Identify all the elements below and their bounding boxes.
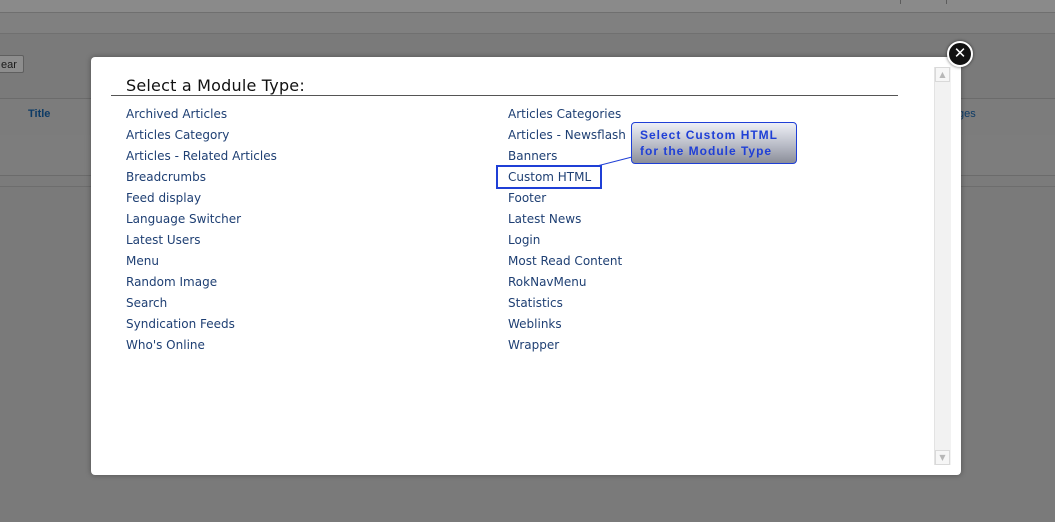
list-item: Footer xyxy=(508,189,626,210)
list-item: Archived Articles xyxy=(126,105,277,126)
module-type-link[interactable]: Latest Users xyxy=(126,233,201,247)
module-type-list-right: Articles Categories Articles - Newsflash… xyxy=(495,105,626,357)
annotation-line-1: Select Custom HTML xyxy=(640,128,779,142)
list-item: Latest Users xyxy=(126,231,277,252)
list-item: Articles Categories xyxy=(508,105,626,126)
list-item: Syndication Feeds xyxy=(126,315,277,336)
list-item: Login xyxy=(508,231,626,252)
list-item: Search xyxy=(126,294,277,315)
module-type-link[interactable]: Footer xyxy=(508,191,546,205)
module-type-link[interactable]: Feed display xyxy=(126,191,201,205)
annotation-line-2: for the Module Type xyxy=(640,144,773,158)
module-type-link[interactable]: Latest News xyxy=(508,212,581,226)
list-item: Feed display xyxy=(126,189,277,210)
title-column-header[interactable]: Title xyxy=(28,108,50,120)
toolbar-separator xyxy=(900,0,901,4)
list-item: Who's Online xyxy=(126,336,277,357)
list-item: Breadcrumbs xyxy=(126,168,277,189)
list-item: Wrapper xyxy=(508,336,626,357)
title-divider xyxy=(111,95,898,96)
scroll-down-arrow-icon[interactable]: ▼ xyxy=(935,450,950,465)
list-item: Articles - Related Articles xyxy=(126,147,277,168)
module-type-link[interactable]: Articles - Newsflash xyxy=(508,128,626,142)
clear-button[interactable]: ear xyxy=(0,55,24,73)
module-type-link[interactable]: Banners xyxy=(508,149,557,163)
module-type-link[interactable]: Login xyxy=(508,233,540,247)
module-type-link[interactable]: Wrapper xyxy=(508,338,559,352)
module-type-link[interactable]: Syndication Feeds xyxy=(126,317,235,331)
module-type-link[interactable]: Archived Articles xyxy=(126,107,227,121)
module-type-link[interactable]: Breadcrumbs xyxy=(126,170,206,184)
module-type-link[interactable]: Search xyxy=(126,296,167,310)
module-type-link[interactable]: Who's Online xyxy=(126,338,205,352)
module-type-link[interactable]: RokNavMenu xyxy=(508,275,586,289)
module-type-link[interactable]: Articles - Related Articles xyxy=(126,149,277,163)
toolbar-separator xyxy=(946,0,947,4)
list-item: Random Image xyxy=(126,273,277,294)
module-type-link[interactable]: Articles Category xyxy=(126,128,229,142)
module-type-link[interactable]: Language Switcher xyxy=(126,212,241,226)
list-item: Banners xyxy=(508,147,626,168)
module-type-link[interactable]: Statistics xyxy=(508,296,563,310)
background-toolbar xyxy=(0,0,1055,13)
module-type-list-left: Archived Articles Articles Category Arti… xyxy=(126,105,277,357)
list-item: Language Switcher xyxy=(126,210,277,231)
module-type-link[interactable]: Articles Categories xyxy=(508,107,621,121)
modal-scrollbar[interactable]: ▲ ▼ xyxy=(934,67,951,465)
custom-html-link[interactable]: Custom HTML xyxy=(495,165,603,189)
close-icon[interactable]: ✕ xyxy=(947,41,973,67)
module-type-modal: Select a Module Type: Archived Articles … xyxy=(91,57,961,475)
background-band xyxy=(0,13,1055,34)
module-type-link[interactable]: Menu xyxy=(126,254,159,268)
module-type-link[interactable]: Weblinks xyxy=(508,317,562,331)
scroll-up-arrow-icon[interactable]: ▲ xyxy=(935,67,950,82)
list-item: Articles - Newsflash xyxy=(508,126,626,147)
list-item: Statistics xyxy=(508,294,626,315)
list-item: Custom HTML xyxy=(495,165,626,189)
list-item: Menu xyxy=(126,252,277,273)
module-type-link[interactable]: Most Read Content xyxy=(508,254,622,268)
module-type-link[interactable]: Random Image xyxy=(126,275,217,289)
list-item: Latest News xyxy=(508,210,626,231)
modal-title: Select a Module Type: xyxy=(126,76,305,95)
list-item: RokNavMenu xyxy=(508,273,626,294)
list-item: Most Read Content xyxy=(508,252,626,273)
list-item: Weblinks xyxy=(508,315,626,336)
annotation-callout: Select Custom HTML for the Module Type xyxy=(631,122,797,164)
list-item: Articles Category xyxy=(126,126,277,147)
